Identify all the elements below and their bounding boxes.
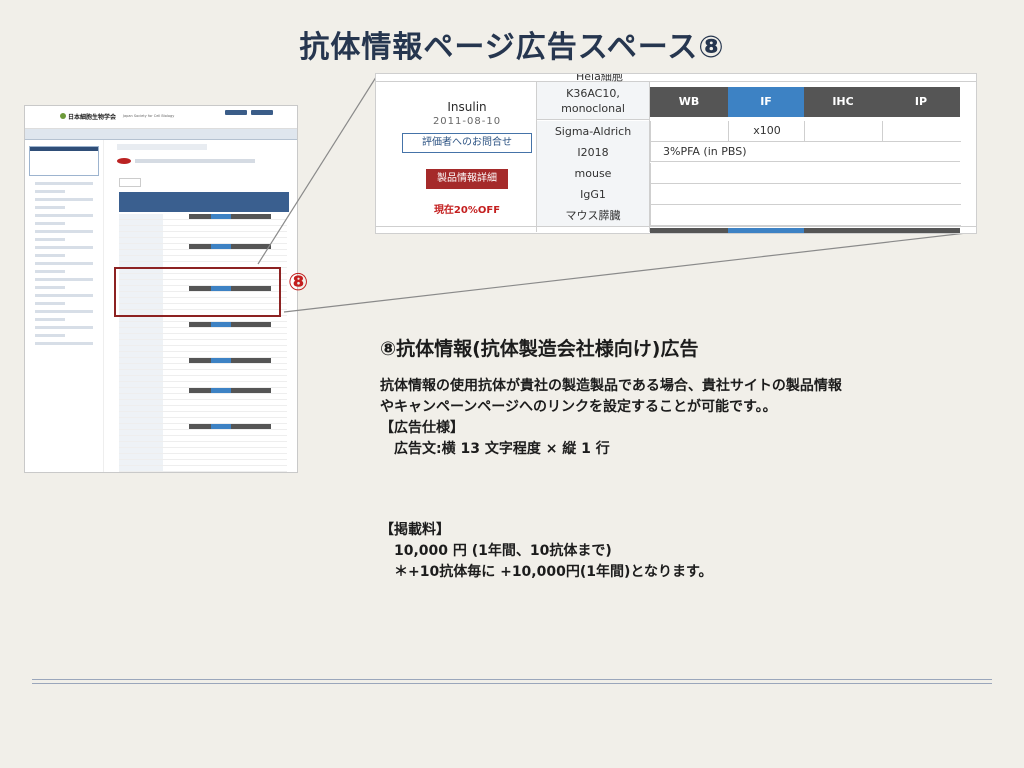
dilution-ip-cell bbox=[882, 121, 961, 142]
fee-heading: 【掲載料】 bbox=[380, 522, 450, 538]
fee-note: ＊+10抗体毎に +10,000円(1年間)となります。 bbox=[394, 564, 713, 580]
spec-heading: 【広告仕様】 bbox=[380, 420, 464, 436]
zoom-top-row: Hela細胞 bbox=[376, 74, 976, 83]
dilution-ihc-cell bbox=[804, 121, 883, 142]
catalog-value: I2018 bbox=[537, 142, 649, 164]
spec-detail: 広告文:横 13 文字程度 × 縦 1 行 bbox=[394, 441, 610, 457]
description-line: 抗体情報の使用抗体が貴社の製造製品である場合、貴社サイトの製品情報 bbox=[380, 378, 842, 394]
bottom-header-ihc bbox=[804, 228, 882, 233]
antibody-name: Insulin bbox=[447, 100, 487, 114]
method-header-wb: WB bbox=[650, 87, 728, 117]
ad-space-highlight-box bbox=[114, 267, 281, 317]
slide-title: 抗体情報ページ広告スペース⑧ bbox=[299, 30, 725, 65]
antibody-info-column: Insulin 2011-08-10 評価者へのお問合せ 製品情報詳細 現在20… bbox=[398, 82, 536, 232]
section-subtitle: ⑧抗体情報(抗体製造会社様向け)広告 bbox=[380, 338, 699, 360]
host-value: mouse bbox=[537, 163, 649, 185]
dilution-if-cell: x100 bbox=[728, 121, 805, 142]
clone-value: K36AC10, monoclonal bbox=[537, 82, 649, 120]
dilution-wb-cell bbox=[650, 121, 729, 142]
footer-rule bbox=[32, 679, 992, 680]
fixation-cell: 3%PFA (in PBS) bbox=[650, 142, 960, 162]
product-detail-button[interactable]: 製品情報詳細 bbox=[426, 169, 508, 189]
bottom-header-ip bbox=[882, 228, 960, 233]
description-line: やキャンペーンページへのリンクを設定することが可能です。。 bbox=[380, 399, 777, 415]
empty-cell bbox=[650, 205, 961, 226]
bottom-header-if bbox=[728, 228, 804, 233]
footer-rule bbox=[32, 683, 992, 684]
inquiry-button[interactable]: 評価者へのお問合せ bbox=[402, 133, 532, 153]
fee-line: 10,000 円 (1年間、10抗体まで) bbox=[394, 543, 612, 559]
tissue-value: マウス膵臓 bbox=[537, 205, 649, 227]
isotype-value: IgG1 bbox=[537, 184, 649, 206]
antibody-date: 2011-08-10 bbox=[432, 116, 502, 127]
ad-space-marker: ⑧ bbox=[288, 268, 309, 296]
zoom-bottom-row bbox=[376, 226, 976, 233]
method-header-ip: IP bbox=[882, 87, 960, 117]
method-header-ihc: IHC bbox=[804, 87, 882, 117]
supplier-value: Sigma-Aldrich bbox=[537, 121, 649, 143]
discount-text: 現在20%OFF bbox=[433, 205, 501, 216]
empty-cell bbox=[650, 163, 961, 184]
bottom-header-wb bbox=[650, 228, 728, 233]
empty-cell bbox=[650, 184, 961, 205]
zoomed-ad-panel: Hela細胞 Insulin 2011-08-10 評価者へのお問合せ 製品情報… bbox=[375, 73, 977, 234]
method-header-if: IF bbox=[728, 87, 804, 117]
description-body: 抗体情報の使用抗体が貴社の製造製品である場合、貴社サイトの製品情報 やキャンペー… bbox=[380, 376, 842, 583]
highlight-layer bbox=[24, 105, 296, 471]
